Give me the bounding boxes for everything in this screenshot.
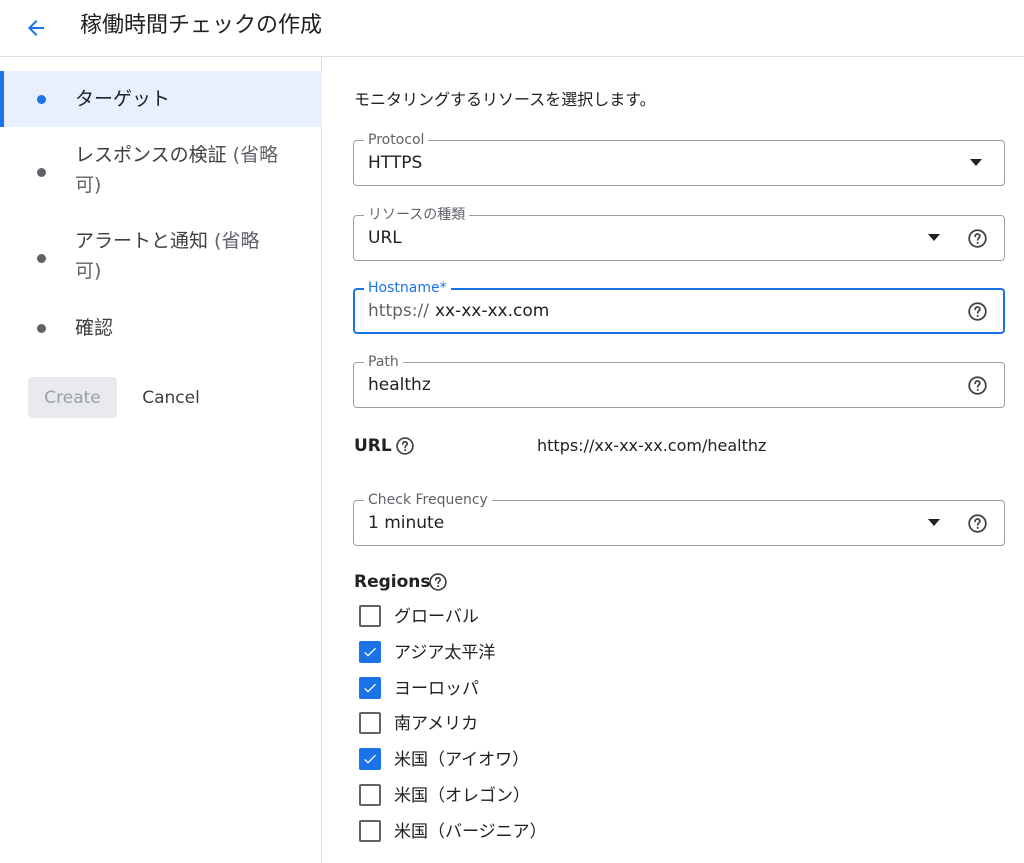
region-label: アジア太平洋 — [394, 643, 496, 663]
step-label: レスポンスの検証 (省略可) — [75, 140, 305, 200]
step-label-text: アラートと通知 — [75, 230, 215, 252]
checkbox[interactable] — [359, 712, 381, 734]
region-checkbox-us-oregon[interactable]: 米国（オレゴン） — [358, 783, 758, 809]
stepper-sidebar: ターゲット レスポンスの検証 (省略 可) アラートと通知 (省略 可) 確認 Cr… — [0, 57, 322, 863]
region-label: 南アメリカ — [394, 714, 479, 734]
check-icon — [364, 754, 376, 764]
protocol-select[interactable]: Protocol HTTPS — [353, 131, 1005, 186]
path-field[interactable]: Path healthz — [353, 353, 1005, 408]
check-icon — [364, 647, 376, 657]
checkbox[interactable] — [359, 748, 381, 770]
checkbox[interactable] — [359, 677, 381, 699]
checkbox[interactable] — [359, 605, 381, 627]
hostname-label: Hostname* — [364, 279, 451, 297]
region-checkbox-europe[interactable]: ヨーロッパ — [358, 676, 758, 702]
dropdown-arrow-icon — [970, 159, 982, 166]
help-icon[interactable] — [967, 375, 988, 396]
resource-type-label: リソースの種類 — [364, 206, 470, 224]
checkbox[interactable] — [359, 784, 381, 806]
check-icon — [364, 683, 376, 693]
url-preview-label: URL — [354, 436, 392, 456]
page-title: 稼働時間チェックの作成 — [80, 13, 323, 38]
region-checkbox-south-america[interactable]: 南アメリカ — [358, 711, 758, 737]
step-optional-hint: (省略 — [214, 230, 260, 252]
region-label: 米国（バージニア） — [394, 822, 547, 842]
region-checkbox-asia-pacific[interactable]: アジア太平洋 — [358, 640, 758, 666]
step-alerts-notifications[interactable]: アラートと通知 (省略可) — [0, 223, 322, 295]
protocol-value: HTTPS — [368, 153, 423, 173]
hostname-prefix: https:// — [368, 301, 429, 321]
step-indicator-dot — [37, 168, 46, 177]
hostname-field[interactable]: Hostname* https:// xx-xx-xx.com — [353, 279, 1005, 334]
region-label: 米国（オレゴン） — [394, 786, 530, 806]
dropdown-arrow-icon — [928, 519, 940, 526]
resource-type-select[interactable]: リソースの種類 URL — [353, 206, 1005, 261]
step-label: ターゲット — [75, 88, 171, 110]
step-target[interactable]: ターゲット — [0, 71, 322, 127]
check-frequency-value: 1 minute — [368, 513, 445, 533]
regions-label: Regions — [354, 572, 431, 592]
check-frequency-select[interactable]: Check Frequency 1 minute — [353, 491, 1005, 546]
step-indicator-dot — [37, 254, 46, 263]
region-label: ヨーロッパ — [394, 679, 479, 699]
step-response-validation[interactable]: レスポンスの検証 (省略可) — [0, 137, 322, 209]
step-optional-hint: (省略 — [232, 144, 279, 166]
region-checkbox-global[interactable]: グローバル — [358, 604, 758, 630]
protocol-label: Protocol — [364, 131, 429, 149]
cancel-button[interactable]: Cancel — [130, 377, 212, 418]
step-label-text: レスポンスの検証 — [75, 144, 233, 166]
help-icon[interactable] — [967, 513, 988, 534]
step-label: 確認 — [75, 317, 114, 339]
region-checkbox-us-virginia[interactable]: 米国（バージニア） — [358, 819, 758, 845]
step-optional-hint-cont: 可) — [75, 174, 102, 196]
region-label: グローバル — [394, 607, 479, 627]
back-button[interactable] — [18, 10, 54, 46]
help-icon[interactable] — [967, 301, 988, 322]
region-label: 米国（アイオワ） — [394, 750, 530, 770]
dropdown-arrow-icon — [928, 234, 940, 241]
checkbox[interactable] — [359, 641, 381, 663]
arrow-back-icon — [28, 20, 44, 36]
path-label: Path — [364, 353, 403, 371]
help-icon[interactable] — [967, 228, 988, 249]
resource-type-value: URL — [368, 228, 402, 248]
create-button[interactable]: Create — [28, 377, 117, 418]
help-icon[interactable] — [428, 572, 448, 592]
url-preview-value: https://xx-xx-xx.com/healthz — [537, 436, 767, 455]
step-indicator-dot — [37, 324, 46, 333]
path-input[interactable]: healthz — [368, 374, 431, 396]
step-review[interactable]: 確認 — [0, 305, 322, 351]
step-label: アラートと通知 (省略可) — [75, 226, 305, 286]
hostname-input[interactable]: xx-xx-xx.com — [435, 301, 549, 321]
step-optional-hint-cont: 可) — [75, 260, 102, 282]
checkbox[interactable] — [359, 820, 381, 842]
step-indicator-dot — [37, 95, 46, 104]
page-header: 稼働時間チェックの作成 — [0, 0, 1024, 57]
help-icon[interactable] — [395, 436, 415, 456]
form-description: モニタリングするリソースを選択します。 — [354, 90, 656, 109]
hostname-value-wrap: https:// xx-xx-xx.com — [368, 300, 549, 322]
region-checkbox-us-iowa[interactable]: 米国（アイオワ） — [358, 747, 758, 773]
check-frequency-label: Check Frequency — [364, 491, 492, 509]
